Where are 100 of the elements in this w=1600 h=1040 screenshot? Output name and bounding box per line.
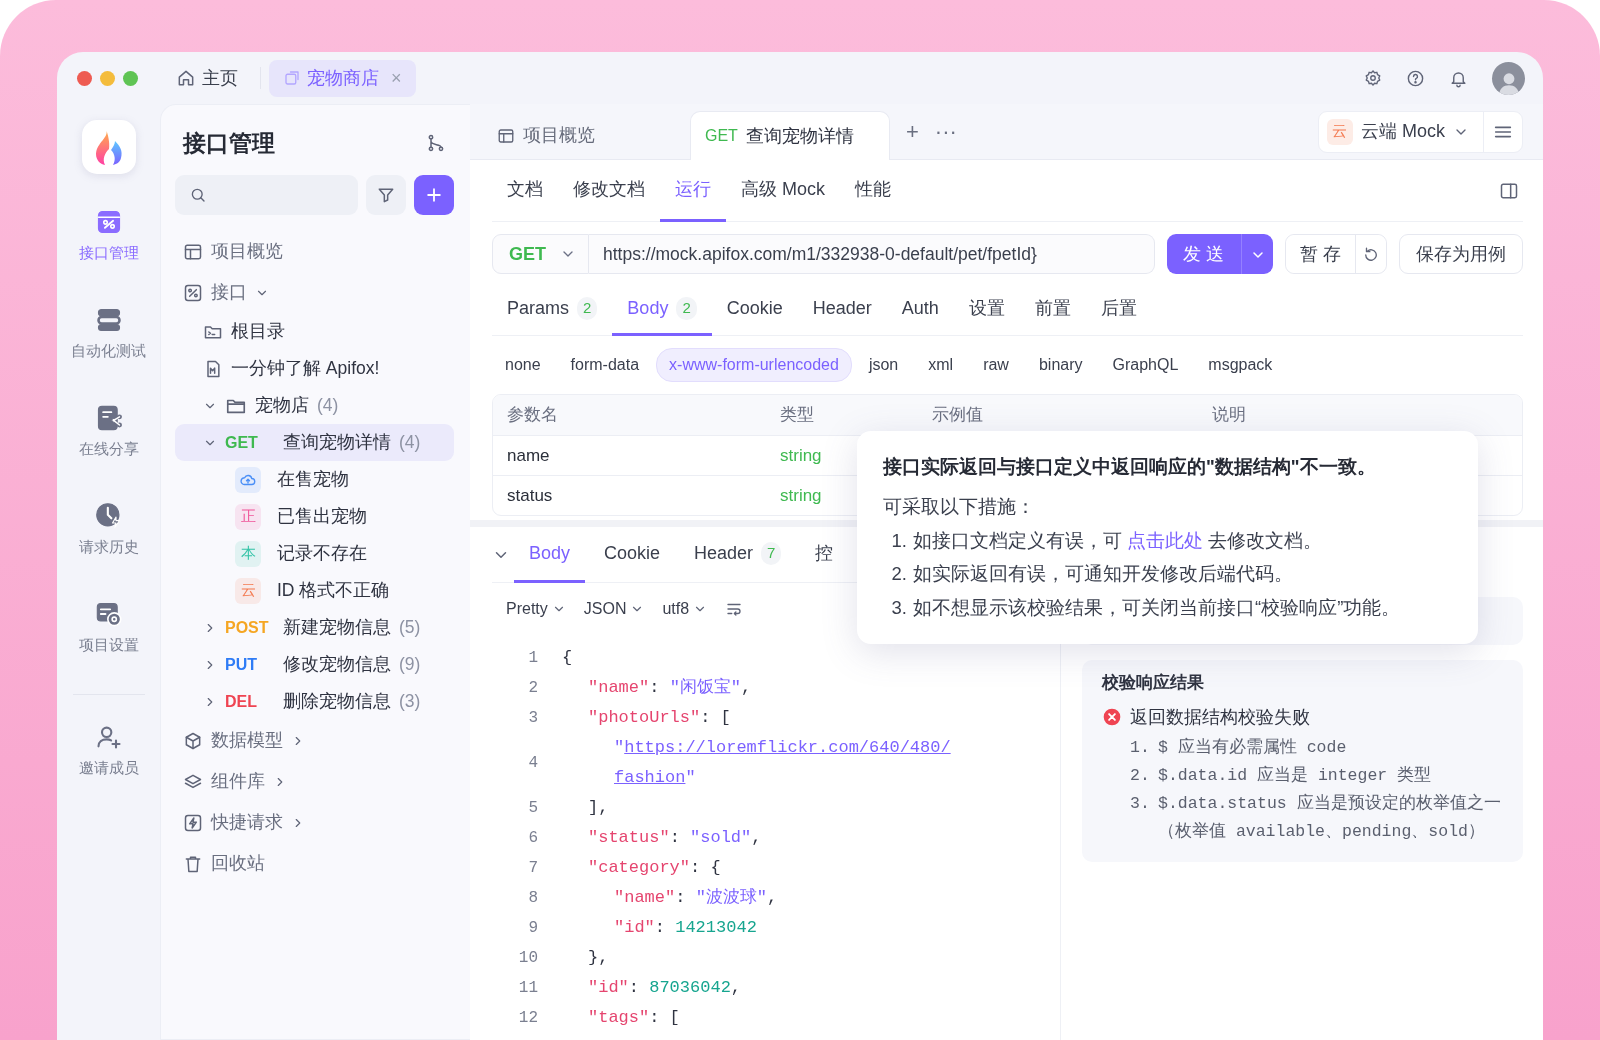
tab[interactable]: 前置 bbox=[1019, 284, 1086, 336]
save-button[interactable]: 暂 存 bbox=[1286, 235, 1356, 273]
editor-tab[interactable]: 项目概览 bbox=[482, 111, 682, 159]
body-type-option[interactable]: form-data bbox=[557, 348, 653, 382]
nav-item[interactable]: 请求历史 bbox=[78, 496, 139, 594]
tab[interactable]: Header 7 bbox=[679, 527, 797, 583]
validation-error: $.data.status 应当是预设定的枚举值之一（枚举值 available、pending、sold） bbox=[1158, 792, 1502, 843]
body-type-option[interactable]: x-www-form-urlencoded bbox=[656, 348, 852, 382]
tree-item[interactable]: DEL 删除宠物信息 (3) bbox=[175, 683, 454, 720]
popover-text: 如不想显示该校验结果，可关闭当前接口“校验响应”功能。 bbox=[913, 596, 1401, 620]
tree-item[interactable]: 云 ID 格式不正确 bbox=[175, 572, 454, 609]
tab[interactable]: 高级 Mock bbox=[726, 160, 840, 222]
nav-item[interactable]: 邀请成员 bbox=[78, 717, 139, 815]
nav-item[interactable]: 接口管理 bbox=[78, 202, 139, 300]
tab[interactable]: 性能 bbox=[840, 160, 906, 222]
body-type-option[interactable]: msgpack bbox=[1195, 348, 1286, 382]
tab[interactable]: 设置 bbox=[953, 284, 1020, 336]
tree-item[interactable]: 一分钟了解 Apifox! bbox=[175, 350, 454, 387]
edit-doc-link[interactable]: 点击此处 bbox=[1127, 529, 1204, 551]
body-type-option[interactable]: raw bbox=[970, 348, 1022, 382]
code-line: fashion" bbox=[614, 767, 697, 789]
column-header: 参数名 bbox=[507, 404, 558, 427]
url-field[interactable]: https://mock.apifox.com/m1/332938-0-default/pet/fpetId} bbox=[589, 234, 1155, 274]
code-line: "category": { bbox=[588, 857, 721, 879]
tab[interactable]: Cookie bbox=[711, 284, 798, 336]
editor-tab[interactable]: GET 查询宠物详情 bbox=[690, 111, 890, 160]
tree-item[interactable]: 宠物店 (4) bbox=[175, 387, 454, 424]
window-tab[interactable]: 主页 bbox=[162, 59, 252, 97]
tab[interactable]: Cookie bbox=[589, 527, 676, 583]
code-line: "status": "sold", bbox=[588, 827, 762, 849]
tree-item[interactable]: 数据模型 bbox=[175, 720, 454, 761]
code-line: "name": "波波球", bbox=[614, 887, 778, 909]
tree-item[interactable]: 快捷请求 bbox=[175, 802, 454, 843]
nav-item[interactable]: 自动化测试 bbox=[71, 300, 146, 398]
body-type-option[interactable]: json bbox=[855, 348, 912, 382]
validation-error: $ 应当有必需属性 code bbox=[1158, 736, 1347, 759]
tab[interactable]: Body 2 bbox=[612, 284, 712, 336]
app-logo bbox=[81, 120, 136, 174]
nav-item[interactable]: 在线分享 bbox=[78, 398, 139, 496]
window-tab[interactable]: 宠物商店 × bbox=[269, 59, 416, 97]
line-number: 3 bbox=[527, 708, 538, 729]
body-type-option[interactable]: xml bbox=[915, 348, 967, 382]
settings-icon bbox=[94, 600, 123, 628]
settings-icon[interactable] bbox=[1364, 69, 1382, 87]
tab[interactable]: Header bbox=[797, 284, 887, 336]
body-type-option[interactable]: binary bbox=[1025, 348, 1096, 382]
code-line: "id": 87036042, bbox=[588, 977, 742, 999]
tree-item[interactable]: 回收站 bbox=[175, 843, 454, 884]
search-field[interactable] bbox=[175, 175, 358, 215]
tab[interactable]: Params 2 bbox=[492, 284, 613, 336]
tree-item[interactable]: POST 新建宠物信息 (5) bbox=[175, 609, 454, 646]
more-button[interactable]: ··· bbox=[926, 115, 965, 148]
save-as-case-button[interactable]: 保存为用例 bbox=[1399, 234, 1523, 274]
format-select[interactable]: utf8 bbox=[662, 597, 708, 621]
send-button[interactable]: 发 送 bbox=[1167, 234, 1241, 274]
add-button[interactable] bbox=[414, 175, 454, 215]
format-select[interactable]: Pretty bbox=[506, 597, 566, 621]
tab[interactable]: 控 bbox=[800, 527, 849, 583]
tree-item[interactable]: GET 查询宠物详情 (4) bbox=[175, 424, 454, 461]
help-icon[interactable] bbox=[1406, 68, 1425, 88]
api-icon bbox=[183, 282, 203, 303]
validation-status: 返回数据结构校验失败 bbox=[1130, 705, 1310, 729]
code-line: "photoUrls": [ bbox=[588, 707, 731, 729]
popover-text: 可采取以下措施： bbox=[883, 494, 1036, 519]
validation-error: $.data.id 应当是 integer 类型 bbox=[1158, 764, 1432, 787]
code-line: "id": 14213042 bbox=[614, 917, 757, 939]
tree-item[interactable]: 在售宠物 bbox=[175, 461, 454, 498]
tree-item[interactable]: 接口 bbox=[175, 272, 454, 313]
tab[interactable]: Auth bbox=[886, 284, 954, 336]
code-line: "tags": [ bbox=[588, 1007, 680, 1029]
column-header: 示例值 bbox=[932, 404, 983, 427]
branch-icon[interactable] bbox=[426, 133, 446, 153]
tree-item[interactable]: 项目概览 bbox=[175, 231, 454, 272]
code-link[interactable]: https://loremflickr.com/640/480/ bbox=[624, 738, 951, 757]
new-tab-button[interactable]: + bbox=[898, 115, 927, 148]
avatar[interactable] bbox=[1492, 61, 1525, 95]
filter-button[interactable] bbox=[366, 175, 406, 215]
sidebar-title: 接口管理 bbox=[183, 128, 275, 158]
format-select[interactable]: JSON bbox=[583, 597, 645, 621]
close-button[interactable] bbox=[77, 70, 92, 86]
body-type-option[interactable]: none bbox=[492, 348, 554, 382]
tab[interactable]: 后置 bbox=[1085, 284, 1152, 336]
tree-item[interactable]: PUT 修改宠物信息 (9) bbox=[175, 646, 454, 683]
tree-item[interactable]: 正 已售出宠物 bbox=[175, 498, 454, 535]
popover-text: 如实际返回有误，可通知开发修改后端代码。 bbox=[913, 562, 1293, 587]
stack-icon bbox=[94, 306, 123, 334]
line-number: 4 bbox=[527, 753, 538, 774]
send-options-button[interactable] bbox=[1241, 234, 1273, 274]
column-header: 类型 bbox=[780, 404, 814, 427]
tab[interactable]: Body bbox=[514, 527, 586, 583]
body-type-option[interactable]: GraphQL bbox=[1099, 348, 1192, 382]
tree-item[interactable]: 本 记录不存在 bbox=[175, 535, 454, 572]
tree-item[interactable]: 组件库 bbox=[175, 761, 454, 802]
tab[interactable]: 文档 bbox=[492, 160, 558, 222]
tab[interactable]: 修改文档 bbox=[558, 160, 660, 222]
code-link[interactable]: fashion bbox=[614, 768, 686, 787]
nav-item[interactable]: 项目设置 bbox=[78, 594, 139, 692]
tree-item[interactable]: 根目录 bbox=[175, 313, 454, 350]
tab[interactable]: 运行 bbox=[660, 160, 726, 222]
plus-icon bbox=[424, 185, 444, 205]
